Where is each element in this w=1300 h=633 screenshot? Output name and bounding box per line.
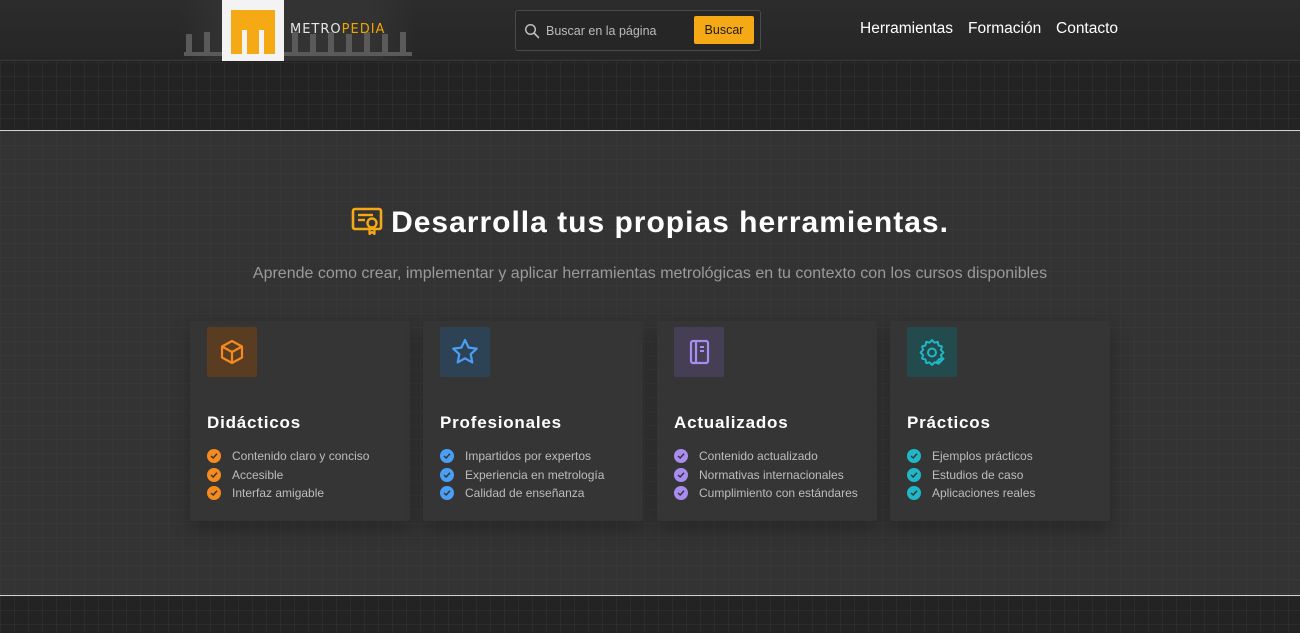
notebook-icon <box>674 327 724 377</box>
list-item-label: Calidad de enseñanza <box>465 486 585 501</box>
list-item-label: Estudios de caso <box>932 467 1024 482</box>
list-item: Estudios de caso <box>907 466 1035 485</box>
list-item-label: Cumplimiento con estándares <box>699 486 858 501</box>
list-item-label: Normativas internacionales <box>699 467 844 482</box>
logo-wordmark: METROPEDIA <box>290 22 385 37</box>
list-item-label: Aplicaciones reales <box>932 486 1036 501</box>
list-item-label: Contenido actualizado <box>699 449 818 464</box>
card-title: Actualizados <box>674 413 789 432</box>
check-icon <box>674 486 688 501</box>
list-item-label: Experiencia en metrología <box>465 467 605 482</box>
feature-card-practicos: Prácticos Ejemplos prácticos Estudios de… <box>890 321 1110 521</box>
star-icon <box>440 327 490 377</box>
check-icon <box>440 467 454 482</box>
certificate-icon <box>351 205 383 245</box>
list-item-label: Accesible <box>232 467 284 482</box>
card-feature-list: Contenido claro y conciso Accesible Inte… <box>207 447 369 503</box>
search-input[interactable] <box>546 20 696 42</box>
logo[interactable]: METROPEDIA <box>180 0 416 61</box>
section-subtitle: Aprende como crear, implementar y aplica… <box>252 265 1048 282</box>
list-item-label: Interfaz amigable <box>232 486 325 501</box>
check-icon <box>440 486 454 501</box>
bottom-band <box>0 596 1300 633</box>
check-icon <box>440 449 454 464</box>
list-item: Ejemplos prácticos <box>907 447 1035 466</box>
list-item: Experiencia en metrología <box>440 466 604 485</box>
list-item: Calidad de enseñanza <box>440 484 604 503</box>
list-item: Normativas internacionales <box>674 466 858 485</box>
list-item: Impartidos por expertos <box>440 447 604 466</box>
check-icon <box>207 449 221 464</box>
check-icon <box>907 486 921 501</box>
check-icon <box>907 467 921 482</box>
list-item: Cumplimiento con estándares <box>674 484 858 503</box>
logo-m-icon <box>231 9 275 54</box>
card-title: Didácticos <box>207 413 301 432</box>
nav-formacion[interactable]: Formación <box>968 20 1041 38</box>
check-icon <box>207 467 221 482</box>
card-title: Prácticos <box>907 413 991 432</box>
cube-icon <box>207 327 257 377</box>
search-box: Buscar <box>515 10 761 51</box>
section-heading: Desarrolla tus propias herramientas. <box>0 205 1300 245</box>
list-item: Interfaz amigable <box>207 484 369 503</box>
list-item: Accesible <box>207 466 369 485</box>
card-feature-list: Impartidos por expertos Experiencia en m… <box>440 447 604 503</box>
nav-herramientas[interactable]: Herramientas <box>860 20 953 38</box>
logo-text-metro: METRO <box>290 22 342 37</box>
list-item-label: Ejemplos prácticos <box>932 449 1033 464</box>
features-section: Desarrolla tus propias herramientas. Apr… <box>0 131 1300 595</box>
feature-card-didacticos: Didácticos Contenido claro y conciso Acc… <box>190 321 410 521</box>
search-icon <box>524 23 540 39</box>
card-title: Profesionales <box>440 413 562 432</box>
card-feature-list: Contenido actualizado Normativas interna… <box>674 447 858 503</box>
section-title: Desarrolla tus propias herramientas. <box>391 206 949 239</box>
list-item: Contenido claro y conciso <box>207 447 369 466</box>
feature-card-profesionales: Profesionales Impartidos por expertos Ex… <box>423 321 643 521</box>
card-feature-list: Ejemplos prácticos Estudios de caso Apli… <box>907 447 1035 503</box>
gear-check-icon <box>907 327 957 377</box>
logo-mark <box>222 0 284 61</box>
logo-text-pedia: PEDIA <box>341 22 386 37</box>
list-item-label: Impartidos por expertos <box>465 449 592 464</box>
check-icon <box>207 486 221 501</box>
search-button[interactable]: Buscar <box>694 16 754 44</box>
top-header: METROPEDIA Buscar Herramientas Formación… <box>0 0 1300 61</box>
feature-card-actualizados: Actualizados Contenido actualizado Norma… <box>657 321 877 521</box>
top-band <box>0 62 1300 130</box>
list-item: Aplicaciones reales <box>907 484 1035 503</box>
check-icon <box>674 449 688 464</box>
list-item: Contenido actualizado <box>674 447 858 466</box>
check-icon <box>907 449 921 464</box>
list-item-label: Contenido claro y conciso <box>232 449 370 464</box>
nav-contacto[interactable]: Contacto <box>1056 20 1118 38</box>
check-icon <box>674 467 688 482</box>
